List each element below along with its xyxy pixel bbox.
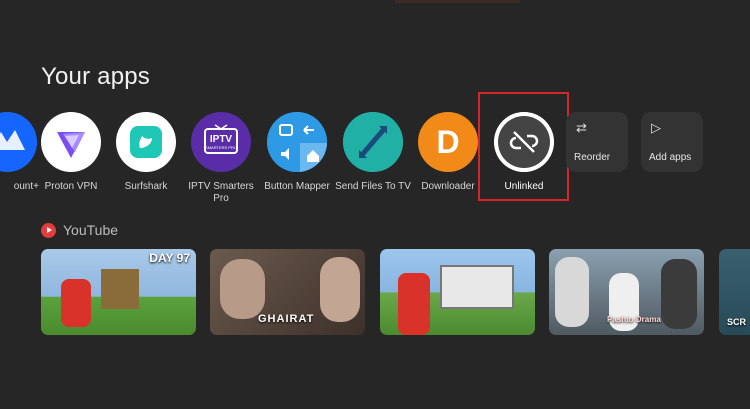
focus-highlight: [478, 92, 569, 201]
thumbnail-overlay-text: DAY 97: [149, 251, 190, 265]
add-apps-label: Add apps: [649, 152, 692, 163]
app-label: IPTV Smarters Pro: [188, 181, 254, 204]
app-label: Downloader: [421, 181, 475, 192]
downloader-icon-text: D: [436, 124, 460, 160]
app-iptv-smarters-pro[interactable]: IPTV SMARTERS PRO IPTV Smarters Pro: [181, 112, 261, 205]
youtube-title: YouTube: [63, 222, 119, 238]
app-surfshark[interactable]: Surfshark: [106, 112, 186, 193]
surfshark-icon: [116, 112, 176, 172]
youtube-thumbnail[interactable]: DAY 97: [41, 249, 196, 335]
app-downloader[interactable]: D Downloader: [408, 112, 488, 193]
proton-vpn-icon: [41, 112, 101, 172]
downloader-icon: D: [418, 112, 478, 172]
youtube-logo-icon: [41, 222, 56, 238]
your-apps-title: Your apps: [41, 63, 151, 90]
add-apps-icon: ▷: [651, 120, 661, 135]
app-label: Surfshark: [124, 181, 168, 192]
send-files-to-tv-icon: [343, 112, 403, 172]
app-send-files-to-tv[interactable]: Send Files To TV: [333, 112, 413, 193]
iptv-icon-text: IPTV: [209, 134, 233, 145]
add-apps-tile[interactable]: ▷ Add apps: [641, 112, 703, 172]
app-proton-vpn[interactable]: Proton VPN: [31, 112, 111, 193]
app-label: Proton VPN: [44, 181, 98, 192]
thumbnail-overlay-text: Pashto Drama: [607, 315, 661, 324]
iptv-icon-subtext: SMARTERS PRO: [205, 145, 237, 150]
app-label: Send Files To TV: [335, 181, 411, 192]
youtube-thumbnail[interactable]: GHAIRAT: [210, 249, 365, 335]
reorder-icon: ⇄: [576, 120, 587, 135]
youtube-thumbnail[interactable]: [380, 249, 535, 335]
app-button-mapper[interactable]: Button Mapper: [257, 112, 337, 193]
reorder-label: Reorder: [574, 152, 611, 163]
youtube-thumbnail[interactable]: SCR: [719, 249, 750, 335]
top-accent: [395, 0, 520, 3]
reorder-tile[interactable]: ⇄ Reorder: [566, 112, 628, 172]
thumbnail-overlay-text: GHAIRAT: [258, 313, 315, 325]
thumbnail-overlay-text: SCR: [727, 317, 747, 327]
button-mapper-icon: [267, 112, 327, 172]
youtube-header: YouTube: [41, 222, 118, 238]
app-label: Button Mapper: [264, 181, 330, 192]
youtube-thumbnail[interactable]: Pashto Drama: [549, 249, 704, 335]
iptv-smarters-pro-icon: IPTV SMARTERS PRO: [191, 112, 251, 172]
